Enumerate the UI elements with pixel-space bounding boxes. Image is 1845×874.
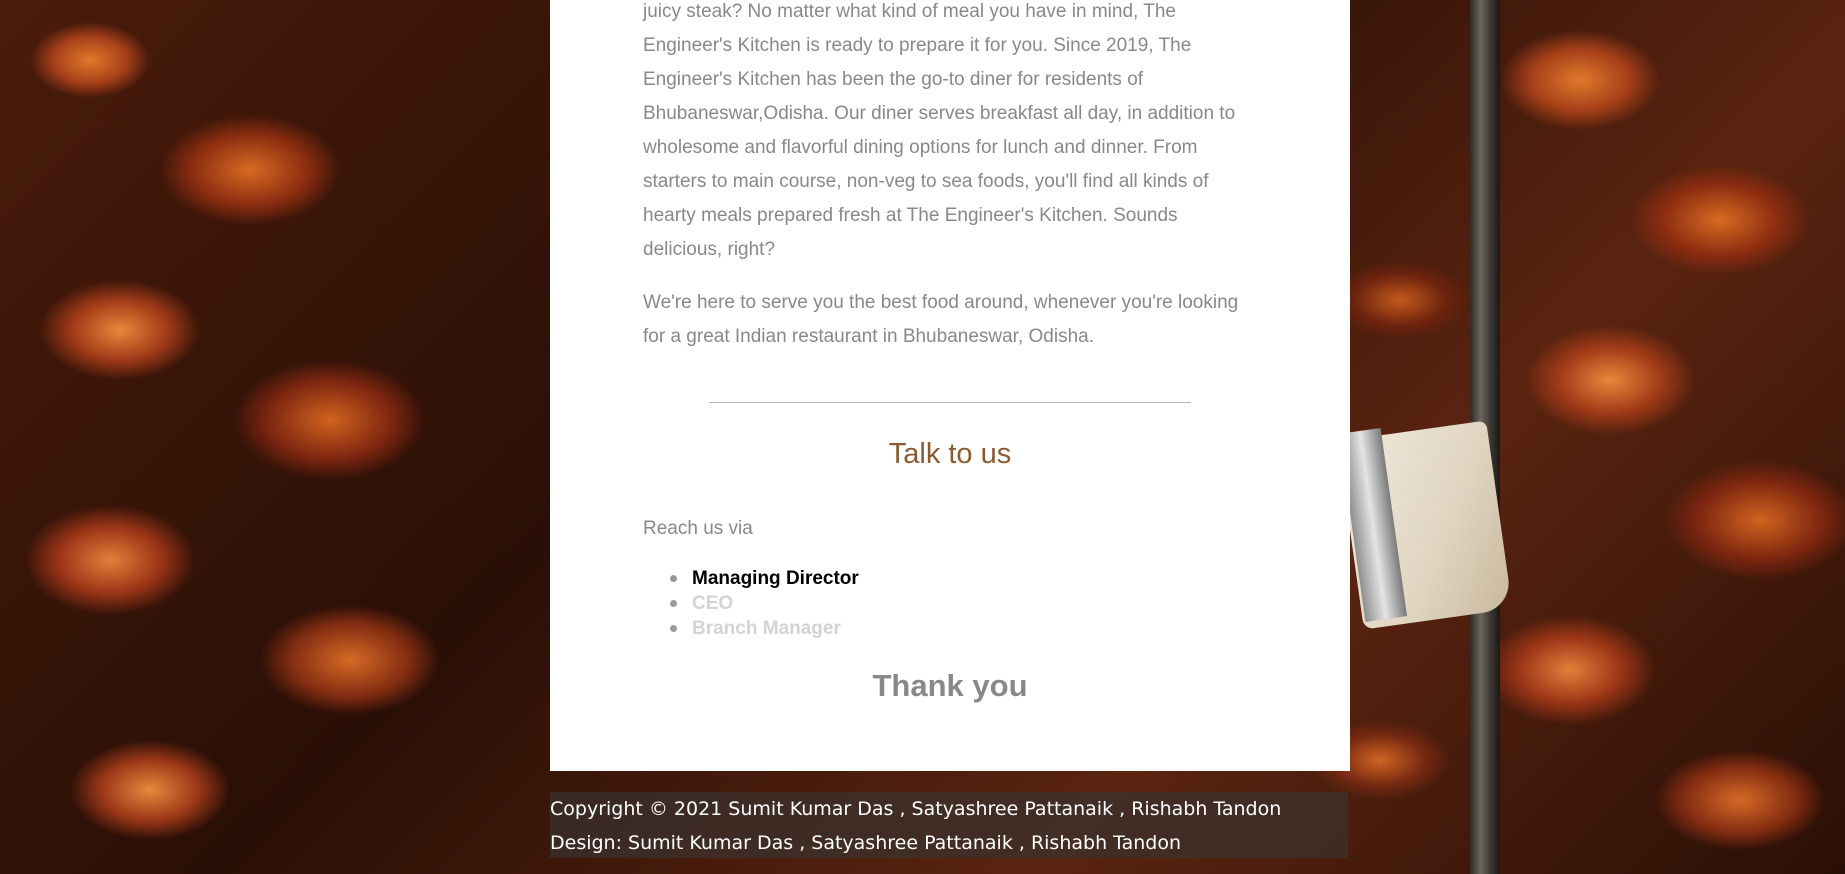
contact-label[interactable]: Branch Manager — [692, 618, 841, 640]
contact-list: Managing Director CEO Branch Manager — [643, 566, 859, 641]
contact-item-ceo[interactable]: CEO — [643, 591, 859, 616]
contact-item-managing-director[interactable]: Managing Director — [643, 566, 859, 591]
content-panel: juicy steak? No matter what kind of meal… — [550, 0, 1350, 771]
copyright-text: Copyright © 2021 Sumit Kumar Das , Satya… — [550, 798, 1282, 820]
bullet-icon — [670, 575, 677, 582]
bullet-icon — [670, 625, 677, 632]
about-paragraph-2: We're here to serve you the best food ar… — [643, 292, 1239, 347]
contact-label[interactable]: CEO — [692, 593, 733, 615]
section-divider — [709, 402, 1191, 403]
contact-item-branch-manager[interactable]: Branch Manager — [643, 616, 859, 641]
bullet-icon — [670, 600, 677, 607]
talk-to-us-heading: Talk to us — [888, 438, 1012, 470]
design-credit-text: Design: Sumit Kumar Das , Satyashree Pat… — [550, 832, 1182, 854]
thank-you-heading: Thank you — [872, 668, 1028, 703]
contact-label[interactable]: Managing Director — [692, 568, 859, 590]
page-footer: Copyright © 2021 Sumit Kumar Das , Satya… — [550, 792, 1348, 858]
reach-us-label: Reach us via — [643, 518, 753, 539]
about-paragraph-1: juicy steak? No matter what kind of meal… — [643, 1, 1236, 260]
